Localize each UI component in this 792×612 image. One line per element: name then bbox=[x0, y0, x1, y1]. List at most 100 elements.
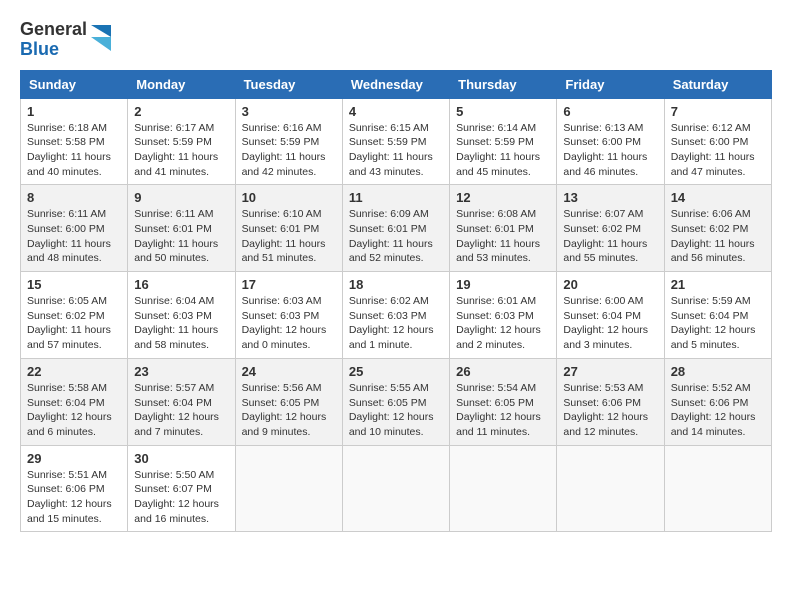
weekday-header-saturday: Saturday bbox=[664, 70, 771, 98]
day-info: Sunrise: 6:05 AMSunset: 6:02 PMDaylight:… bbox=[27, 294, 121, 353]
day-info: Sunrise: 5:52 AMSunset: 6:06 PMDaylight:… bbox=[671, 381, 765, 440]
day-number: 8 bbox=[27, 190, 121, 205]
day-number: 11 bbox=[349, 190, 443, 205]
calendar-cell: 12Sunrise: 6:08 AMSunset: 6:01 PMDayligh… bbox=[450, 185, 557, 272]
day-number: 13 bbox=[563, 190, 657, 205]
day-number: 26 bbox=[456, 364, 550, 379]
day-number: 20 bbox=[563, 277, 657, 292]
day-info: Sunrise: 6:00 AMSunset: 6:04 PMDaylight:… bbox=[563, 294, 657, 353]
day-number: 24 bbox=[242, 364, 336, 379]
calendar-cell: 1 Sunrise: 6:18 AMSunset: 5:58 PMDaylight… bbox=[21, 98, 128, 185]
logo-triangle-icon bbox=[91, 25, 111, 55]
day-info: Sunrise: 6:01 AMSunset: 6:03 PMDaylight:… bbox=[456, 294, 550, 353]
calendar-cell: 22 Sunrise: 5:58 AMSunset: 6:04 PMDayligh… bbox=[21, 358, 128, 445]
calendar-cell: 10 Sunrise: 6:10 AMSunset: 6:01 PMDayligh… bbox=[235, 185, 342, 272]
day-info: Sunrise: 5:51 AMSunset: 6:06 PMDaylight:… bbox=[27, 468, 121, 527]
calendar-cell: 8 Sunrise: 6:11 AMSunset: 6:00 PMDaylight… bbox=[21, 185, 128, 272]
day-info: Sunrise: 6:13 AMSunset: 6:00 PMDaylight:… bbox=[563, 121, 657, 180]
day-number: 9 bbox=[134, 190, 228, 205]
day-number: 23 bbox=[134, 364, 228, 379]
day-number: 25 bbox=[349, 364, 443, 379]
weekday-header-monday: Monday bbox=[128, 70, 235, 98]
weekday-header-thursday: Thursday bbox=[450, 70, 557, 98]
day-number: 28 bbox=[671, 364, 765, 379]
calendar-cell: 5 Sunrise: 6:14 AMSunset: 5:59 PMDaylight… bbox=[450, 98, 557, 185]
calendar-week-3: 15Sunrise: 6:05 AMSunset: 6:02 PMDayligh… bbox=[21, 272, 772, 359]
weekday-header-wednesday: Wednesday bbox=[342, 70, 449, 98]
calendar-cell: 20 Sunrise: 6:00 AMSunset: 6:04 PMDayligh… bbox=[557, 272, 664, 359]
day-number: 18 bbox=[349, 277, 443, 292]
calendar-cell bbox=[235, 445, 342, 532]
day-info: Sunrise: 6:16 AMSunset: 5:59 PMDaylight:… bbox=[242, 121, 336, 180]
calendar-week-2: 8 Sunrise: 6:11 AMSunset: 6:00 PMDaylight… bbox=[21, 185, 772, 272]
day-info: Sunrise: 6:18 AMSunset: 5:58 PMDaylight:… bbox=[27, 121, 121, 180]
day-info: Sunrise: 6:12 AMSunset: 6:00 PMDaylight:… bbox=[671, 121, 765, 180]
calendar-cell bbox=[557, 445, 664, 532]
calendar-cell: 25 Sunrise: 5:55 AMSunset: 6:05 PMDayligh… bbox=[342, 358, 449, 445]
day-number: 5 bbox=[456, 104, 550, 119]
calendar-cell: 30 Sunrise: 5:50 AMSunset: 6:07 PMDayligh… bbox=[128, 445, 235, 532]
day-info: Sunrise: 6:08 AMSunset: 6:01 PMDaylight:… bbox=[456, 207, 550, 266]
calendar-cell: 2 Sunrise: 6:17 AMSunset: 5:59 PMDaylight… bbox=[128, 98, 235, 185]
calendar-cell: 7 Sunrise: 6:12 AMSunset: 6:00 PMDaylight… bbox=[664, 98, 771, 185]
day-info: Sunrise: 6:17 AMSunset: 5:59 PMDaylight:… bbox=[134, 121, 228, 180]
calendar-cell: 16 Sunrise: 6:04 AMSunset: 6:03 PMDayligh… bbox=[128, 272, 235, 359]
calendar-week-1: 1 Sunrise: 6:18 AMSunset: 5:58 PMDaylight… bbox=[21, 98, 772, 185]
day-number: 10 bbox=[242, 190, 336, 205]
calendar-cell: 14 Sunrise: 6:06 AMSunset: 6:02 PMDayligh… bbox=[664, 185, 771, 272]
day-info: Sunrise: 5:57 AMSunset: 6:04 PMDaylight:… bbox=[134, 381, 228, 440]
day-number: 6 bbox=[563, 104, 657, 119]
weekday-header-tuesday: Tuesday bbox=[235, 70, 342, 98]
day-info: Sunrise: 6:09 AMSunset: 6:01 PMDaylight:… bbox=[349, 207, 443, 266]
calendar-cell: 18 Sunrise: 6:02 AMSunset: 6:03 PMDayligh… bbox=[342, 272, 449, 359]
calendar-cell: 23 Sunrise: 5:57 AMSunset: 6:04 PMDayligh… bbox=[128, 358, 235, 445]
calendar-cell: 4 Sunrise: 6:15 AMSunset: 5:59 PMDaylight… bbox=[342, 98, 449, 185]
day-info: Sunrise: 6:06 AMSunset: 6:02 PMDaylight:… bbox=[671, 207, 765, 266]
calendar-cell: 11 Sunrise: 6:09 AMSunset: 6:01 PMDayligh… bbox=[342, 185, 449, 272]
day-info: Sunrise: 6:04 AMSunset: 6:03 PMDaylight:… bbox=[134, 294, 228, 353]
day-number: 30 bbox=[134, 451, 228, 466]
day-number: 7 bbox=[671, 104, 765, 119]
logo-wordmark: General Blue bbox=[20, 20, 87, 60]
day-number: 2 bbox=[134, 104, 228, 119]
day-number: 21 bbox=[671, 277, 765, 292]
day-number: 29 bbox=[27, 451, 121, 466]
calendar-cell: 9Sunrise: 6:11 AMSunset: 6:01 PMDaylight… bbox=[128, 185, 235, 272]
day-info: Sunrise: 6:07 AMSunset: 6:02 PMDaylight:… bbox=[563, 207, 657, 266]
calendar-week-4: 22 Sunrise: 5:58 AMSunset: 6:04 PMDayligh… bbox=[21, 358, 772, 445]
calendar-cell: 15Sunrise: 6:05 AMSunset: 6:02 PMDayligh… bbox=[21, 272, 128, 359]
day-number: 1 bbox=[27, 104, 121, 119]
calendar-cell bbox=[664, 445, 771, 532]
day-info: Sunrise: 5:54 AMSunset: 6:05 PMDaylight:… bbox=[456, 381, 550, 440]
day-info: Sunrise: 6:10 AMSunset: 6:01 PMDaylight:… bbox=[242, 207, 336, 266]
day-number: 22 bbox=[27, 364, 121, 379]
weekday-header-friday: Friday bbox=[557, 70, 664, 98]
calendar-cell: 29 Sunrise: 5:51 AMSunset: 6:06 PMDayligh… bbox=[21, 445, 128, 532]
page-header: General Blue bbox=[20, 20, 772, 60]
day-number: 3 bbox=[242, 104, 336, 119]
day-info: Sunrise: 5:55 AMSunset: 6:05 PMDaylight:… bbox=[349, 381, 443, 440]
calendar-cell: 28 Sunrise: 5:52 AMSunset: 6:06 PMDayligh… bbox=[664, 358, 771, 445]
day-info: Sunrise: 6:03 AMSunset: 6:03 PMDaylight:… bbox=[242, 294, 336, 353]
calendar-cell: 19 Sunrise: 6:01 AMSunset: 6:03 PMDayligh… bbox=[450, 272, 557, 359]
calendar-cell: 6 Sunrise: 6:13 AMSunset: 6:00 PMDaylight… bbox=[557, 98, 664, 185]
day-info: Sunrise: 6:11 AMSunset: 6:00 PMDaylight:… bbox=[27, 207, 121, 266]
day-number: 19 bbox=[456, 277, 550, 292]
day-number: 4 bbox=[349, 104, 443, 119]
day-info: Sunrise: 5:58 AMSunset: 6:04 PMDaylight:… bbox=[27, 381, 121, 440]
day-info: Sunrise: 5:53 AMSunset: 6:06 PMDaylight:… bbox=[563, 381, 657, 440]
day-number: 14 bbox=[671, 190, 765, 205]
day-info: Sunrise: 6:02 AMSunset: 6:03 PMDaylight:… bbox=[349, 294, 443, 353]
day-info: Sunrise: 5:50 AMSunset: 6:07 PMDaylight:… bbox=[134, 468, 228, 527]
calendar-week-5: 29 Sunrise: 5:51 AMSunset: 6:06 PMDayligh… bbox=[21, 445, 772, 532]
day-info: Sunrise: 5:59 AMSunset: 6:04 PMDaylight:… bbox=[671, 294, 765, 353]
calendar-cell: 21 Sunrise: 5:59 AMSunset: 6:04 PMDayligh… bbox=[664, 272, 771, 359]
day-info: Sunrise: 5:56 AMSunset: 6:05 PMDaylight:… bbox=[242, 381, 336, 440]
day-info: Sunrise: 6:15 AMSunset: 5:59 PMDaylight:… bbox=[349, 121, 443, 180]
weekday-header-sunday: Sunday bbox=[21, 70, 128, 98]
logo: General Blue bbox=[20, 20, 111, 60]
weekday-header-row: SundayMondayTuesdayWednesdayThursdayFrid… bbox=[21, 70, 772, 98]
day-info: Sunrise: 6:14 AMSunset: 5:59 PMDaylight:… bbox=[456, 121, 550, 180]
calendar-cell: 26 Sunrise: 5:54 AMSunset: 6:05 PMDayligh… bbox=[450, 358, 557, 445]
day-number: 16 bbox=[134, 277, 228, 292]
